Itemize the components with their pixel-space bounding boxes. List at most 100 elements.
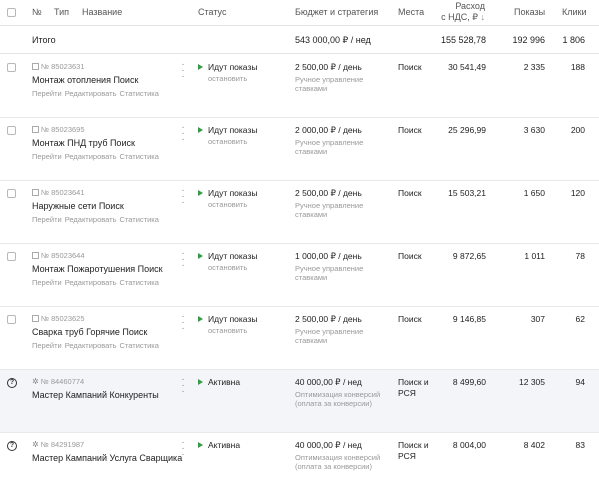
campaign-name[interactable]: Мастер Кампаний Конкуренты bbox=[32, 390, 159, 400]
play-icon bbox=[198, 127, 203, 133]
row-checkbox[interactable] bbox=[7, 126, 16, 135]
clicks-value: 83 bbox=[575, 440, 585, 450]
strategy-text: Ручное управление ставками bbox=[295, 327, 364, 345]
stop-link[interactable]: остановить bbox=[208, 200, 247, 209]
budget-value[interactable]: 1 000,00 ₽ / день bbox=[295, 251, 362, 262]
table-row: № 85023625 Сварка труб Горячие Поиск Пер… bbox=[0, 307, 599, 370]
goto-link[interactable]: Перейти bbox=[32, 341, 62, 350]
arrow-down-icon: ↓ bbox=[480, 12, 486, 22]
clicks-value: 62 bbox=[575, 314, 585, 324]
header-expense-line2: с НДС, ₽ bbox=[441, 12, 478, 22]
expense-value: 25 296,99 bbox=[448, 125, 486, 135]
table-row: ? ✲ № 84460774 Мастер Кампаний Конкуренты… bbox=[0, 370, 599, 433]
stats-link[interactable]: Статистика bbox=[120, 215, 159, 224]
goto-link[interactable]: Перейти bbox=[32, 215, 62, 224]
stop-link[interactable]: остановить bbox=[208, 74, 247, 83]
strategy-text: Ручное управление ставками bbox=[295, 138, 364, 156]
more-menu-icon[interactable]: · · · bbox=[181, 186, 185, 208]
header-status[interactable]: Статус bbox=[198, 7, 226, 17]
places-value: Поиск bbox=[398, 188, 422, 198]
edit-link[interactable]: Редактировать bbox=[65, 341, 117, 350]
header-name[interactable]: Название bbox=[82, 7, 122, 17]
play-icon bbox=[198, 64, 203, 70]
edit-link[interactable]: Редактировать bbox=[65, 278, 117, 287]
table-row: № 85023644 Монтаж Пожаротушения Поиск Пе… bbox=[0, 244, 599, 307]
more-menu-icon[interactable]: · · · bbox=[181, 249, 185, 271]
header-type[interactable]: Тип bbox=[54, 7, 69, 17]
stats-link[interactable]: Статистика bbox=[120, 278, 159, 287]
header-clicks[interactable]: Клики bbox=[562, 7, 587, 17]
header-expense[interactable]: Расход с НДС, ₽ ↓ bbox=[440, 1, 485, 23]
goto-link[interactable]: Перейти bbox=[32, 152, 62, 161]
campaign-links: Перейти Редактировать Статистика bbox=[32, 152, 162, 161]
status-text: Идут показы bbox=[208, 314, 258, 324]
help-icon[interactable]: ? bbox=[7, 441, 17, 451]
budget-value[interactable]: 2 000,00 ₽ / день bbox=[295, 125, 362, 136]
more-menu-icon[interactable]: · · · bbox=[181, 375, 185, 397]
header-expense-line1: Расход bbox=[455, 1, 485, 11]
campaign-id: № 85023695 bbox=[32, 125, 85, 134]
header-impressions[interactable]: Показы bbox=[514, 7, 545, 17]
status-text: Идут показы bbox=[208, 188, 258, 198]
row-checkbox[interactable] bbox=[7, 252, 16, 261]
strategy-text: Ручное управление ставками bbox=[295, 75, 364, 93]
play-icon bbox=[198, 316, 203, 322]
search-campaign-icon bbox=[32, 126, 39, 133]
campaign-name[interactable]: Монтаж отопления Поиск bbox=[32, 75, 138, 85]
total-clicks: 1 806 bbox=[562, 35, 585, 45]
budget-value[interactable]: 40 000,00 ₽ / нед bbox=[295, 440, 362, 451]
impressions-value: 3 630 bbox=[523, 125, 545, 135]
header-budget[interactable]: Бюджет и стратегия bbox=[295, 7, 378, 17]
total-row: Итого 543 000,00 ₽ / нед 155 528,78 192 … bbox=[0, 27, 599, 54]
campaign-links: Перейти Редактировать Статистика bbox=[32, 278, 162, 287]
header-places[interactable]: Места bbox=[398, 7, 424, 17]
budget-value[interactable]: 2 500,00 ₽ / день bbox=[295, 314, 362, 325]
campaign-name[interactable]: Монтаж Пожаротушения Поиск bbox=[32, 264, 163, 274]
row-checkbox[interactable] bbox=[7, 315, 16, 324]
campaign-name[interactable]: Мастер Кампаний Услуга Сварщика bbox=[32, 453, 182, 463]
impressions-value: 1 011 bbox=[524, 251, 545, 261]
stop-link[interactable]: остановить bbox=[208, 263, 247, 272]
search-campaign-icon bbox=[32, 252, 39, 259]
expense-value: 8 499,60 bbox=[452, 377, 486, 387]
more-menu-icon[interactable]: · · · bbox=[181, 438, 185, 460]
edit-link[interactable]: Редактировать bbox=[65, 152, 117, 161]
stats-link[interactable]: Статистика bbox=[120, 341, 159, 350]
strategy-text: Оптимизация конверсий (оплата за конверс… bbox=[295, 453, 381, 471]
table-row: № 85023631 Монтаж отопления Поиск Перейт… bbox=[0, 55, 599, 118]
edit-link[interactable]: Редактировать bbox=[65, 215, 117, 224]
impressions-value: 2 335 bbox=[523, 62, 545, 72]
help-icon[interactable]: ? bbox=[7, 378, 17, 388]
goto-link[interactable]: Перейти bbox=[32, 89, 62, 98]
header-number[interactable]: № bbox=[32, 7, 42, 17]
stats-link[interactable]: Статистика bbox=[120, 89, 159, 98]
campaign-name[interactable]: Монтаж ПНД труб Поиск bbox=[32, 138, 135, 148]
row-checkbox[interactable] bbox=[7, 63, 16, 72]
expense-value: 9 146,85 bbox=[452, 314, 486, 324]
more-menu-icon[interactable]: · · · bbox=[181, 60, 185, 82]
campaign-id: ✲ № 84460774 bbox=[32, 377, 85, 386]
edit-link[interactable]: Редактировать bbox=[65, 89, 117, 98]
play-icon bbox=[198, 190, 203, 196]
budget-value[interactable]: 40 000,00 ₽ / нед bbox=[295, 377, 362, 388]
expense-value: 15 503,21 bbox=[448, 188, 486, 198]
campaign-id: № 85023625 bbox=[32, 314, 85, 323]
select-all-checkbox[interactable] bbox=[7, 8, 16, 17]
stop-link[interactable]: остановить bbox=[208, 326, 247, 335]
stop-link[interactable]: остановить bbox=[208, 137, 247, 146]
table-row: № 85023641 Наружные сети Поиск Перейти Ре… bbox=[0, 181, 599, 244]
sparkle-icon: ✲ bbox=[32, 377, 39, 386]
stats-link[interactable]: Статистика bbox=[120, 152, 159, 161]
expense-value: 8 004,00 bbox=[452, 440, 486, 450]
more-menu-icon[interactable]: · · · bbox=[181, 312, 185, 334]
budget-value[interactable]: 2 500,00 ₽ / день bbox=[295, 62, 362, 73]
expense-value: 9 872,65 bbox=[452, 251, 486, 261]
goto-link[interactable]: Перейти bbox=[32, 278, 62, 287]
budget-value[interactable]: 2 500,00 ₽ / день bbox=[295, 188, 362, 199]
campaign-name[interactable]: Сварка труб Горячие Поиск bbox=[32, 327, 147, 337]
row-checkbox[interactable] bbox=[7, 189, 16, 198]
status-text: Идут показы bbox=[208, 251, 258, 261]
status-text: Идут показы bbox=[208, 125, 258, 135]
more-menu-icon[interactable]: · · · bbox=[181, 123, 185, 145]
campaign-name[interactable]: Наружные сети Поиск bbox=[32, 201, 124, 211]
